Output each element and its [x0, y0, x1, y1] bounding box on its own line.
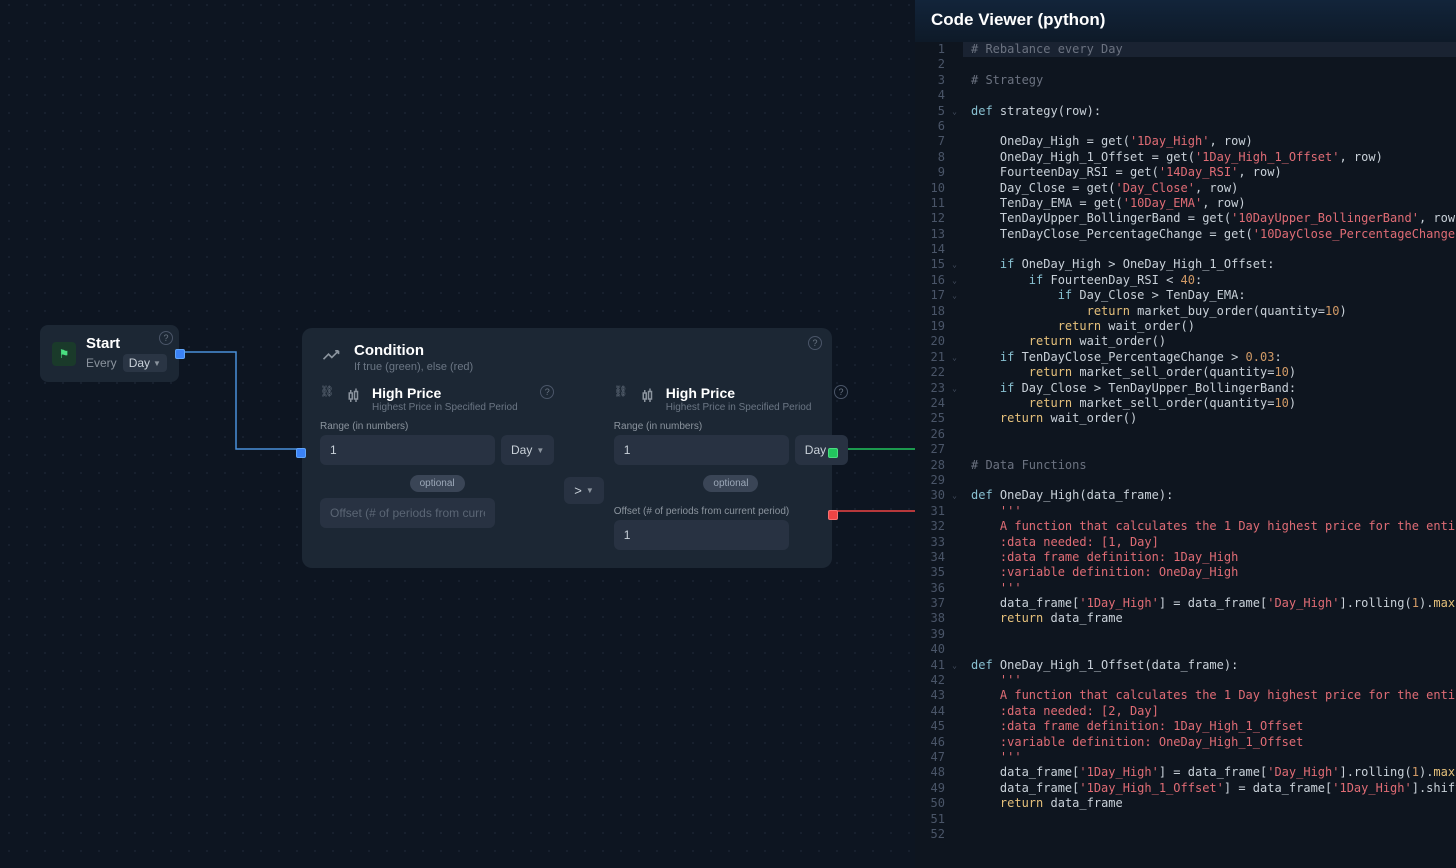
- param-title: High Price: [372, 385, 518, 401]
- candle-icon: [638, 387, 658, 407]
- optional-badge: optional: [410, 475, 465, 492]
- code-lines[interactable]: # Rebalance every Day# Strategydef strat…: [963, 42, 1456, 868]
- help-icon[interactable]: ?: [808, 336, 822, 350]
- chevron-down-icon: ▼: [586, 486, 594, 495]
- input-port[interactable]: [296, 448, 306, 458]
- param-title: High Price: [666, 385, 812, 401]
- canvas[interactable]: ? ⚑ Start Every Day ▼ ? Condi: [0, 0, 915, 868]
- flag-icon: ⚑: [52, 342, 76, 366]
- optional-badge: optional: [703, 475, 758, 492]
- condition-icon: [320, 344, 342, 366]
- code-viewer-panel: Code Viewer (python) 12345⌄6789101112131…: [915, 0, 1456, 868]
- condition-title: Condition: [354, 342, 473, 359]
- param-subtitle: Highest Price in Specified Period: [372, 402, 518, 413]
- offset-input[interactable]: [614, 520, 789, 550]
- condition-node[interactable]: ? Condition If true (green), else (red) …: [302, 328, 832, 568]
- candle-icon: [344, 387, 364, 407]
- comparator-select[interactable]: > ▼: [564, 477, 604, 504]
- start-every-label: Every: [86, 356, 117, 370]
- left-operand: ⛓ High Price Highest Price in Specified …: [320, 385, 554, 528]
- offset-input[interactable]: [320, 498, 495, 528]
- true-port[interactable]: [828, 448, 838, 458]
- comparator-value: >: [574, 483, 582, 498]
- output-port[interactable]: [175, 349, 185, 359]
- unit-value: Day: [805, 443, 826, 457]
- help-icon[interactable]: ?: [159, 331, 173, 345]
- help-icon[interactable]: ?: [834, 385, 848, 399]
- help-icon[interactable]: ?: [540, 385, 554, 399]
- start-period-value: Day: [129, 356, 150, 370]
- code-viewer-title: Code Viewer (python): [915, 0, 1456, 42]
- line-gutter: 12345⌄6789101112131415⌄16⌄17⌄18192021⌄22…: [915, 42, 963, 868]
- condition-subtitle: If true (green), else (red): [354, 361, 473, 373]
- range-input[interactable]: [320, 435, 495, 465]
- offset-label: Offset (# of periods from current period…: [614, 506, 848, 517]
- unit-value: Day: [511, 443, 532, 457]
- false-port[interactable]: [828, 510, 838, 520]
- chevron-down-icon: ▼: [536, 446, 544, 455]
- range-label: Range (in numbers): [320, 421, 554, 432]
- right-operand: ⛓ High Price Highest Price in Specified …: [614, 385, 848, 550]
- start-node[interactable]: ? ⚑ Start Every Day ▼: [40, 325, 179, 382]
- start-title: Start: [86, 335, 167, 352]
- range-label: Range (in numbers): [614, 421, 848, 432]
- range-input[interactable]: [614, 435, 789, 465]
- unit-select[interactable]: Day ▼: [501, 435, 554, 465]
- param-subtitle: Highest Price in Specified Period: [666, 402, 812, 413]
- unit-select[interactable]: Day ▼: [795, 435, 848, 465]
- code-editor[interactable]: 12345⌄6789101112131415⌄16⌄17⌄18192021⌄22…: [915, 42, 1456, 868]
- unlink-icon[interactable]: ⛓: [614, 385, 630, 401]
- unlink-icon[interactable]: ⛓: [320, 385, 336, 401]
- chevron-down-icon: ▼: [153, 359, 161, 368]
- start-period-select[interactable]: Day ▼: [123, 354, 167, 372]
